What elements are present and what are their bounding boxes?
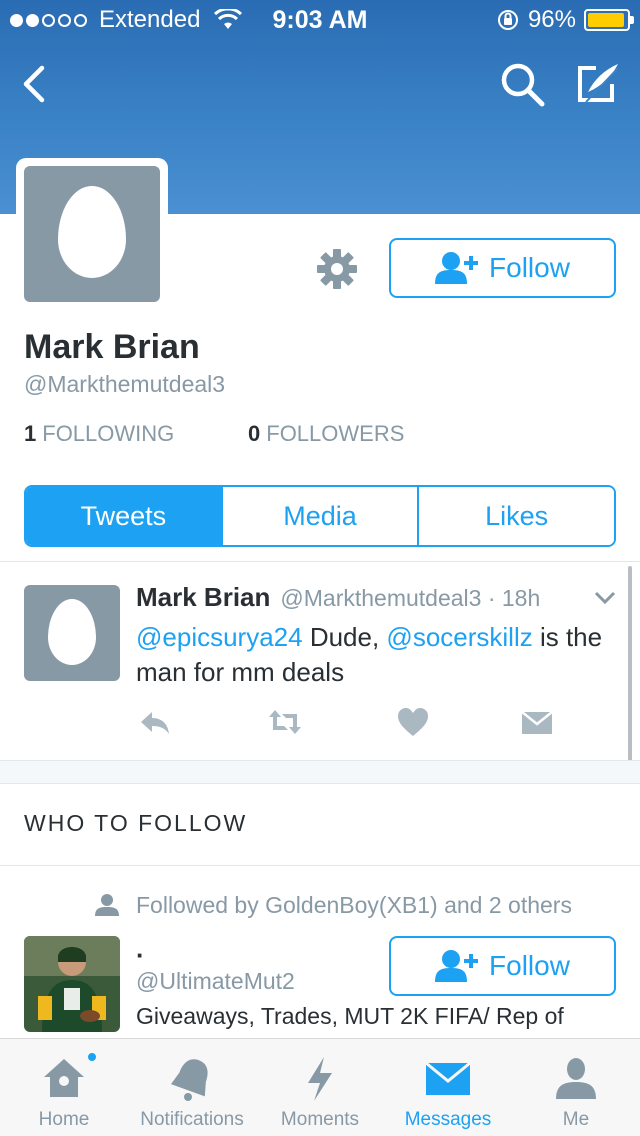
tab-me-label: Me (562, 1109, 590, 1130)
suggested-user-avatar[interactable] (24, 936, 120, 1032)
status-bar: Extended 9:03 AM 96% (0, 0, 640, 40)
like-heart-icon[interactable] (396, 706, 430, 738)
tweet-header: Mark Brian @Markthemutdeal3 · 18h (136, 582, 540, 613)
lightning-icon (308, 1057, 332, 1101)
orientation-lock-icon (497, 10, 518, 30)
battery-info: 96% (496, 6, 634, 34)
scroll-indicator (628, 566, 632, 776)
following-label: FOLLOWING (42, 421, 175, 446)
retweet-icon[interactable] (268, 706, 302, 738)
chevron-down-icon[interactable] (594, 590, 616, 606)
egg-icon (58, 186, 126, 278)
tab-home-label: Home (38, 1109, 90, 1130)
profile-tabs: Tweets Media Likes (24, 485, 616, 547)
bottom-tab-bar: Home Notifications Moments Messages Me (0, 1038, 640, 1136)
egg-icon (48, 599, 96, 665)
suggested-user-bio: Giveaways, Trades, MUT 2K FIFA/ Rep of (136, 1003, 564, 1029)
default-egg-avatar (24, 166, 160, 302)
reply-icon[interactable] (138, 706, 172, 738)
tab-messages-label: Messages (404, 1109, 492, 1130)
person-icon (95, 894, 119, 916)
mention-link[interactable]: @epicsurya24 (136, 622, 303, 652)
profile-stats: 1 FOLLOWING 0 FOLLOWERS (24, 421, 404, 447)
who-to-follow-title: WHO TO FOLLOW (24, 810, 248, 836)
compose-icon[interactable] (572, 60, 622, 108)
profile-avatar[interactable] (16, 158, 168, 310)
followers-label: FOLLOWERS (266, 421, 405, 446)
tweet-avatar[interactable] (24, 585, 120, 681)
tab-home[interactable]: Home (0, 1039, 128, 1136)
person-icon (556, 1058, 596, 1099)
section-gap (0, 760, 640, 784)
mention-link[interactable]: @socerskillz (386, 622, 532, 652)
tab-notifications-label: Notifications (140, 1109, 244, 1130)
suggested-user-name[interactable]: · (136, 940, 145, 971)
tab-tweets[interactable]: Tweets (26, 487, 221, 545)
tweet-author-name[interactable]: Mark Brian (136, 582, 270, 613)
following-stat[interactable]: 1 FOLLOWING (24, 421, 248, 447)
follow-button-label: Follow (489, 252, 570, 283)
follow-button-label: Follow (489, 950, 570, 981)
suggested-user-handle: @UltimateMut2 (136, 968, 295, 994)
add-user-icon (435, 950, 479, 982)
direct-message-icon[interactable] (520, 706, 554, 738)
bell-icon (170, 1059, 208, 1101)
envelope-icon (425, 1061, 471, 1095)
follow-suggested-button[interactable]: Follow (389, 936, 616, 996)
battery-percent: 96% (527, 6, 576, 33)
tweet-meta: @Markthemutdeal3 · 18h (280, 585, 541, 611)
followers-stat[interactable]: 0 FOLLOWERS (248, 421, 404, 447)
profile-name: Mark Brian (24, 328, 200, 366)
following-count: 1 (24, 421, 37, 446)
battery-icon (584, 9, 634, 31)
notification-dot (86, 1051, 98, 1063)
tab-media[interactable]: Media (220, 487, 418, 545)
gear-icon[interactable] (316, 248, 358, 290)
football-player-photo (24, 936, 120, 1032)
followed-by-text: Followed by GoldenBoy(XB1) and 2 others (136, 892, 572, 918)
tab-moments-label: Moments (280, 1109, 360, 1130)
tab-notifications[interactable]: Notifications (128, 1039, 256, 1136)
divider (0, 561, 640, 562)
home-icon (44, 1059, 84, 1097)
back-chevron-icon[interactable] (14, 62, 54, 106)
tab-likes[interactable]: Likes (417, 487, 614, 545)
tab-me[interactable]: Me (512, 1039, 640, 1136)
tab-messages[interactable]: Messages (384, 1039, 512, 1136)
followers-count: 0 (248, 421, 261, 446)
profile-handle: @Markthemutdeal3 (24, 371, 226, 397)
search-icon[interactable] (498, 60, 548, 108)
divider (0, 865, 640, 866)
tweet-text: @epicsurya24 Dude, @socerskillz is the m… (136, 620, 626, 690)
follow-button[interactable]: Follow (389, 238, 616, 298)
tweet-text-part: Dude, (302, 622, 387, 652)
tab-moments[interactable]: Moments (256, 1039, 384, 1136)
add-user-icon (435, 252, 479, 284)
